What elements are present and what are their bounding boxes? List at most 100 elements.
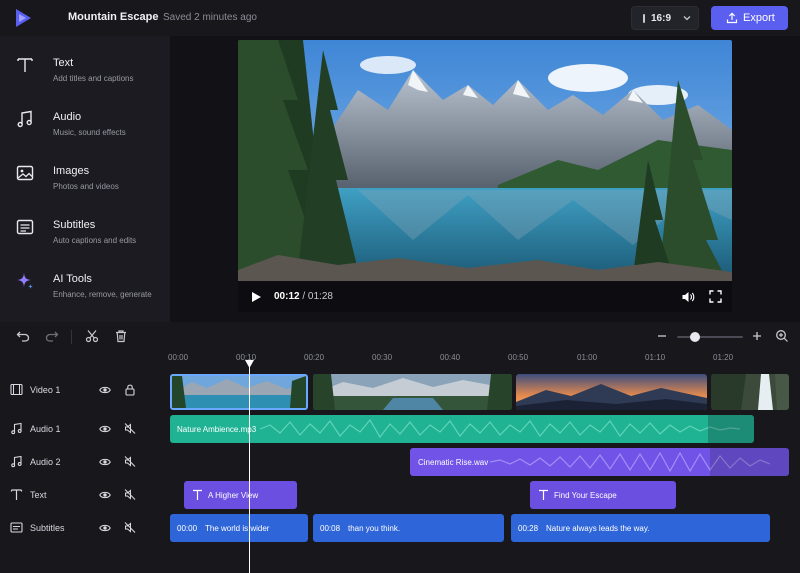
- sparkle-icon: [17, 273, 33, 289]
- subtitle-clip-time: 00:00: [177, 523, 198, 533]
- upload-icon: [726, 12, 738, 24]
- track-header-audio-2: Audio 2: [0, 447, 165, 477]
- time-ruler-tick: 01:20: [713, 353, 734, 362]
- mute-icon[interactable]: [124, 521, 136, 534]
- aspect-ratio-select[interactable]: 16:9: [631, 6, 699, 30]
- playback-time: 00:12 / 01:28: [274, 291, 333, 302]
- eye-icon[interactable]: [99, 489, 111, 501]
- mountain-lake-preview-image: [238, 40, 732, 312]
- lock-icon[interactable]: [124, 383, 136, 396]
- play-icon[interactable]: [250, 291, 262, 303]
- trash-icon[interactable]: [114, 329, 128, 343]
- app-logo-icon[interactable]: [13, 8, 33, 28]
- eye-icon[interactable]: [99, 522, 111, 534]
- music-note-icon: [17, 110, 32, 128]
- video-clip-sunset[interactable]: [516, 374, 707, 410]
- sidebar-item-title: Audio: [53, 111, 82, 123]
- music-note-icon: [11, 455, 22, 468]
- eye-icon[interactable]: [99, 456, 111, 468]
- video-editor-app: Mountain Escape Saved 2 minutes ago 16:9…: [0, 0, 800, 573]
- sidebar-item-subtitle: Music, sound effects: [53, 128, 126, 137]
- time-ruler-tick: 01:00: [577, 353, 598, 362]
- time-ruler-tick: 00:00: [168, 353, 189, 362]
- zoom-out-icon[interactable]: [655, 329, 669, 343]
- text-icon: [10, 489, 23, 500]
- track-header-audio-1: Audio 1: [0, 414, 165, 444]
- subtitle-clip-time: 00:08: [320, 523, 341, 533]
- audio-clip-label: Nature Ambience.mp3: [177, 424, 257, 434]
- fullscreen-icon[interactable]: [709, 290, 722, 303]
- subtitle-clip-text: than you think.: [348, 523, 401, 533]
- track-name: Audio 2: [30, 457, 61, 467]
- scissors-icon[interactable]: [85, 329, 99, 343]
- zoom-slider-track[interactable]: [677, 336, 743, 338]
- video-clip-lake[interactable]: [170, 374, 308, 410]
- zoom-in-icon[interactable]: [750, 329, 764, 343]
- text-clip-find-your-escape[interactable]: Find Your Escape: [530, 481, 676, 509]
- time-ruler-tick: 01:10: [645, 353, 666, 362]
- sidebar-item-ai-tools[interactable]: AI Tools Enhance, remove, generate: [0, 252, 170, 306]
- sidebar-item-title: Text: [53, 57, 74, 69]
- eye-icon[interactable]: [99, 384, 111, 396]
- zoom-slider-handle[interactable]: [690, 332, 700, 342]
- volume-icon[interactable]: [681, 290, 695, 304]
- sidebar-item-title: AI Tools: [53, 273, 92, 285]
- subtitle-clip[interactable]: 00:28 Nature always leads the way.: [511, 514, 770, 542]
- river-thumbnail: [313, 374, 512, 410]
- mute-icon[interactable]: [124, 488, 136, 501]
- export-label: Export: [743, 12, 775, 24]
- film-icon: [10, 383, 23, 396]
- track-header-subtitles: Subtitles: [0, 513, 165, 543]
- subtitle-clip[interactable]: 00:00 The world is wider: [170, 514, 308, 542]
- text-clip-label: Find Your Escape: [554, 490, 617, 500]
- video-preview[interactable]: [238, 40, 732, 312]
- image-icon: [16, 165, 34, 181]
- sidebar-item-images[interactable]: Images Photos and videos: [0, 144, 170, 198]
- sidebar-item-subtitle: Photos and videos: [53, 182, 119, 191]
- audio-clip-cinematic-rise[interactable]: Cinematic Rise.wav: [410, 448, 789, 476]
- magnify-zoom-icon[interactable]: [775, 329, 789, 343]
- playhead-line[interactable]: [249, 366, 250, 573]
- current-time: 00:12: [274, 291, 300, 302]
- sidebar-item-subtitle: Auto captions and edits: [53, 236, 137, 245]
- subtitles-icon: [10, 522, 23, 533]
- sidebar-item-subtitles[interactable]: Subtitles Auto captions and edits: [0, 198, 170, 252]
- eye-icon[interactable]: [99, 423, 111, 435]
- export-button[interactable]: Export: [711, 6, 788, 30]
- subtitles-icon: [16, 219, 34, 235]
- mute-icon[interactable]: [124, 455, 136, 468]
- project-title[interactable]: Mountain Escape: [68, 11, 158, 23]
- redo-icon[interactable]: [45, 329, 59, 343]
- audio-clip-label: Cinematic Rise.wav: [418, 457, 489, 467]
- video-clip-river[interactable]: [313, 374, 512, 410]
- asset-sidebar: Text Add titles and captions Audio Music…: [0, 36, 170, 322]
- aspect-ratio-value: 16:9: [651, 13, 672, 24]
- subtitle-clip[interactable]: 00:08 than you think.: [313, 514, 504, 542]
- toolbar-divider: [71, 330, 72, 344]
- sidebar-item-audio[interactable]: Audio Music, sound effects: [0, 90, 170, 144]
- track-name: Text: [30, 490, 47, 500]
- text-icon: [193, 489, 202, 500]
- sidebar-item-subtitle: Add titles and captions: [53, 74, 134, 83]
- undo-icon[interactable]: [16, 329, 30, 343]
- sidebar-item-text[interactable]: Text Add titles and captions: [0, 36, 170, 90]
- time-ruler-tick: 00:40: [440, 353, 461, 362]
- audio-clip-nature-ambience[interactable]: Nature Ambience.mp3: [170, 415, 754, 443]
- track-name: Audio 1: [30, 424, 61, 434]
- text-clip-a-higher-view[interactable]: A Higher View: [184, 481, 297, 509]
- track-header-text: Text: [0, 480, 165, 510]
- saved-status: Saved 2 minutes ago: [163, 12, 257, 23]
- track-name: Subtitles: [30, 523, 65, 533]
- sidebar-item-subtitle: Enhance, remove, generate: [53, 290, 152, 299]
- audio-waveform: [259, 415, 754, 443]
- aspect-ratio-icon: [643, 14, 645, 23]
- text-icon: [539, 489, 548, 500]
- waterfall-thumbnail: [711, 374, 789, 410]
- playhead-handle-icon[interactable]: [245, 360, 254, 368]
- top-bar: Mountain Escape Saved 2 minutes ago 16:9…: [0, 0, 800, 36]
- time-ruler-tick: 00:30: [372, 353, 393, 362]
- subtitle-clip-time: 00:28: [518, 523, 539, 533]
- track-name: Video 1: [30, 385, 61, 395]
- mute-icon[interactable]: [124, 422, 136, 435]
- video-clip-waterfall[interactable]: [711, 374, 789, 410]
